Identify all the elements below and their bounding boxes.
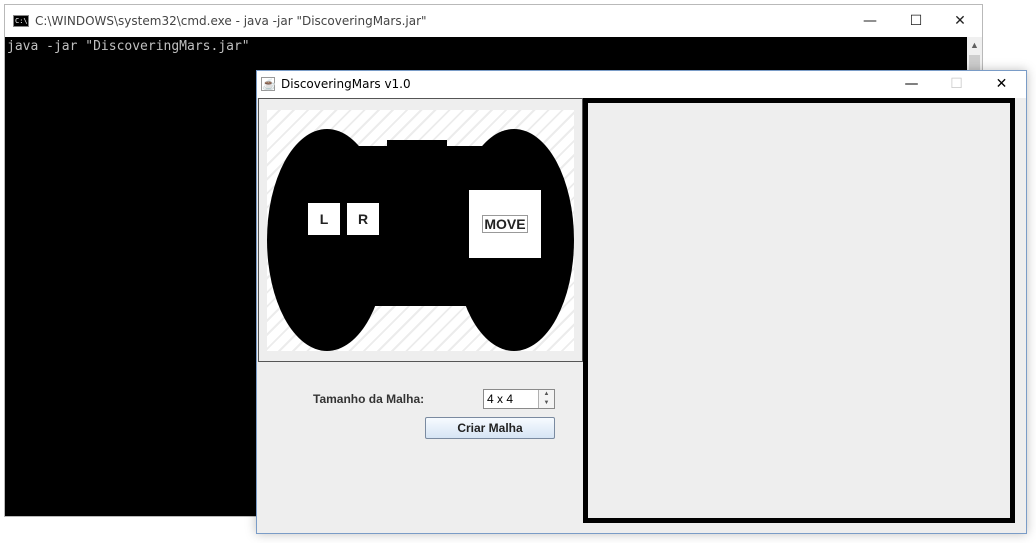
java-close-button[interactable]: ✕ [979,71,1024,98]
spinner-down-arrow-icon[interactable]: ▼ [539,399,554,408]
grid-size-input[interactable] [484,390,539,408]
discoveringmars-window: ☕ DiscoveringMars v1.0 — ☐ ✕ L R MOVE Ta… [256,70,1027,534]
rotate-right-button[interactable]: R [347,203,379,235]
scroll-up-arrow-icon[interactable]: ▲ [967,37,982,54]
java-coffee-icon: ☕ [261,77,276,91]
java-titlebar[interactable]: ☕ DiscoveringMars v1.0 — ☐ ✕ [257,71,1026,98]
spinner-arrows: ▲ ▼ [538,390,554,408]
grid-size-label: Tamanho da Malha: [313,392,425,406]
move-button[interactable]: MOVE [469,190,541,258]
maximize-icon: ☐ [950,76,963,92]
cmd-titlebar[interactable]: C:\ C:\WINDOWS\system32\cmd.exe - java -… [5,5,982,37]
cmd-app-icon: C:\ [13,15,29,27]
close-icon: ✕ [954,13,966,29]
create-grid-button[interactable]: Criar Malha [425,417,555,439]
cmd-close-button[interactable]: ✕ [937,5,983,37]
cmd-window-title: C:\WINDOWS\system32\cmd.exe - java -jar … [35,14,427,28]
minimize-icon: — [863,13,877,29]
move-button-label: MOVE [482,215,528,233]
java-minimize-button[interactable]: — [889,71,934,98]
close-icon: ✕ [995,76,1008,92]
minimize-icon: — [904,76,919,92]
grid-canvas[interactable] [583,98,1015,523]
maximize-icon: ☐ [909,13,923,29]
rotate-left-button[interactable]: L [308,203,340,235]
cmd-maximize-button[interactable]: ☐ [893,5,939,37]
grid-size-spinner[interactable]: ▲ ▼ [483,389,555,409]
java-window-title: DiscoveringMars v1.0 [281,77,411,91]
controller-panel: L R MOVE [258,98,583,362]
java-maximize-button: ☐ [934,71,979,98]
cmd-minimize-button[interactable]: — [847,5,893,37]
cmd-console-text: java -jar "DiscoveringMars.jar" [7,39,250,54]
